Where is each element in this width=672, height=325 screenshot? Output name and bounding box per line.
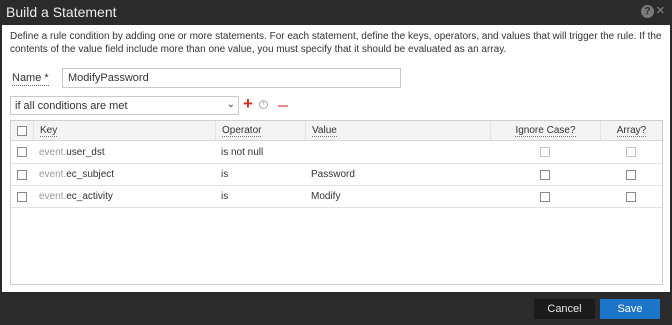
column-key-label: Key	[40, 124, 58, 137]
column-array[interactable]: Array?	[600, 121, 662, 140]
save-button[interactable]: Save	[600, 299, 660, 319]
key-field: ec_subject	[66, 169, 115, 180]
help-icon[interactable]: ?	[641, 5, 654, 18]
statements-grid: Key Operator Value Ignore Case? Array? e…	[10, 120, 663, 285]
array-cell	[600, 164, 662, 185]
column-key[interactable]: Key	[33, 121, 215, 140]
key-field: ec_activity	[66, 191, 113, 202]
remove-statement-icon[interactable]	[278, 105, 288, 107]
value-cell[interactable]: Modify	[305, 186, 490, 207]
chevron-down-icon: ⌄	[226, 99, 235, 110]
add-statement-icon[interactable]: +	[243, 95, 253, 113]
value-cell[interactable]	[305, 141, 490, 163]
column-value-label: Value	[312, 124, 337, 137]
operator-cell[interactable]: is	[215, 164, 305, 185]
array-cell	[600, 186, 662, 207]
close-icon[interactable]: ×	[656, 3, 665, 18]
column-array-label: Array?	[616, 124, 647, 137]
array-checkbox[interactable]	[626, 169, 636, 180]
key-cell[interactable]: event. user_dst	[33, 141, 215, 163]
select-all-checkbox[interactable]	[17, 125, 27, 136]
column-value[interactable]: Value	[305, 121, 490, 140]
array-checkbox[interactable]	[626, 191, 636, 202]
column-ignore-case[interactable]: Ignore Case?	[490, 121, 600, 140]
ignore-case-cell	[490, 141, 600, 163]
dialog-titlebar: Build a Statement ? ×	[0, 0, 672, 25]
table-row[interactable]: event. ec_activity is Modify	[11, 186, 662, 208]
array-cell	[600, 141, 662, 163]
ignore-case-cell	[490, 186, 600, 207]
ignore-case-checkbox[interactable]	[540, 147, 550, 157]
condition-match-select[interactable]: if all conditions are met ⌄	[10, 96, 239, 115]
dialog-title: Build a Statement	[6, 4, 117, 20]
ignore-case-checkbox[interactable]	[540, 169, 550, 180]
operator-cell[interactable]: is not null	[215, 141, 305, 163]
table-row[interactable]: event. ec_subject is Password	[11, 164, 662, 186]
instructions-text: Define a rule condition by adding one or…	[10, 31, 662, 55]
key-prefix: event.	[39, 146, 67, 158]
column-ignore-case-label: Ignore Case?	[515, 124, 576, 137]
value-cell[interactable]: Password	[305, 164, 490, 185]
row-checkbox[interactable]	[17, 169, 27, 180]
name-label: Name *	[12, 72, 49, 86]
row-checkbox[interactable]	[17, 147, 27, 157]
key-prefix: event.	[39, 191, 67, 202]
condition-match-value: if all conditions are met	[15, 100, 128, 112]
row-select-cell	[11, 164, 33, 185]
table-row[interactable]: event. user_dst is not null	[11, 141, 662, 164]
cancel-button[interactable]: Cancel	[534, 299, 595, 319]
ignore-case-cell	[490, 164, 600, 185]
select-all-cell	[11, 121, 33, 140]
key-field: user_dst	[66, 146, 105, 158]
dialog-footer: Cancel Save	[0, 292, 672, 325]
array-checkbox[interactable]	[626, 147, 636, 157]
row-select-cell	[11, 141, 33, 163]
column-operator[interactable]: Operator	[215, 121, 305, 140]
row-select-cell	[11, 186, 33, 207]
row-checkbox[interactable]	[17, 191, 27, 202]
grid-header: Key Operator Value Ignore Case? Array?	[11, 121, 662, 141]
key-prefix: event.	[39, 169, 67, 180]
ignore-case-checkbox[interactable]	[540, 191, 550, 202]
key-cell[interactable]: event. ec_activity	[33, 186, 215, 207]
name-input[interactable]	[62, 68, 401, 88]
operator-cell[interactable]: is	[215, 186, 305, 207]
column-operator-label: Operator	[222, 124, 262, 137]
dialog-body: Define a rule condition by adding one or…	[2, 25, 670, 292]
add-group-icon[interactable]: +	[259, 100, 268, 109]
key-cell[interactable]: event. ec_subject	[33, 164, 215, 185]
